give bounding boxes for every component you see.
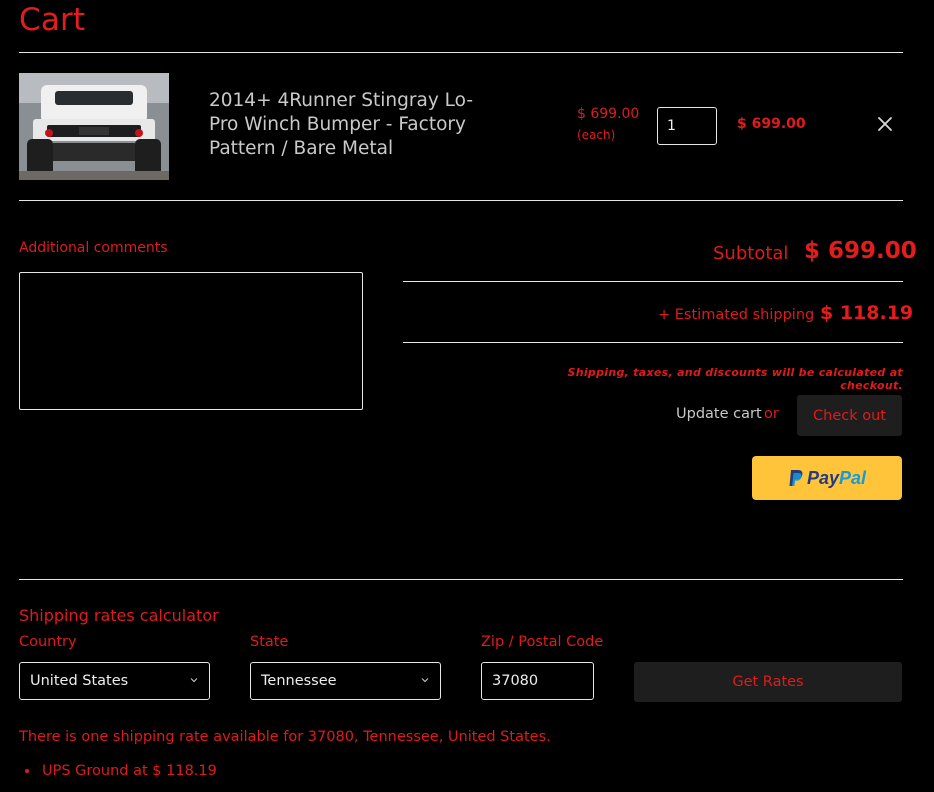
zip-input[interactable] xyxy=(481,662,594,700)
divider xyxy=(19,200,903,201)
shipping-calculator-title: Shipping rates calculator xyxy=(19,606,219,625)
paypal-label-pay: Pay xyxy=(806,467,839,488)
subtotal-value: $ 699.00 xyxy=(804,238,917,264)
line-total: $ 699.00 xyxy=(737,116,806,132)
divider xyxy=(19,579,903,580)
divider xyxy=(19,52,903,53)
truck-image-icon xyxy=(19,73,169,180)
zip-label: Zip / Postal Code xyxy=(481,634,604,650)
chevron-down-icon xyxy=(190,678,198,683)
estimated-shipping-label: + Estimated shipping xyxy=(658,307,815,323)
country-label: Country xyxy=(19,634,77,650)
unit-price-label: (each) xyxy=(577,128,616,142)
paypal-logo-icon xyxy=(789,470,803,486)
remove-item-close-icon[interactable] xyxy=(876,115,894,133)
checkout-note: Shipping, taxes, and discounts will be c… xyxy=(567,366,903,392)
unit-price: $ 699.00 xyxy=(577,106,640,122)
country-select[interactable]: United States xyxy=(19,662,210,700)
divider xyxy=(403,342,903,343)
shipping-rate-list: UPS Ground at $ 118.19 xyxy=(40,763,217,779)
paypal-label-pal: Pal xyxy=(839,467,867,488)
product-name-link[interactable]: 2014+ 4Runner Stingray Lo-Pro Winch Bump… xyxy=(209,89,499,161)
comments-label: Additional comments xyxy=(19,240,168,256)
or-text: or xyxy=(764,406,779,422)
shipping-rate-item: UPS Ground at $ 118.19 xyxy=(40,763,217,779)
subtotal-label: Subtotal xyxy=(713,243,789,264)
country-value: United States xyxy=(30,673,129,689)
checkout-button[interactable]: Check out xyxy=(797,395,902,436)
state-label: State xyxy=(250,634,289,650)
product-image[interactable] xyxy=(19,73,169,180)
paypal-button[interactable]: Pay Pal xyxy=(752,456,902,500)
state-value: Tennessee xyxy=(261,673,337,689)
shipping-rate-message: There is one shipping rate available for… xyxy=(19,729,551,745)
divider xyxy=(403,281,903,282)
update-cart-link[interactable]: Update cart xyxy=(676,406,762,422)
page-title: Cart xyxy=(19,2,86,38)
quantity-input[interactable] xyxy=(657,107,717,145)
chevron-down-icon xyxy=(421,678,429,683)
state-select[interactable]: Tennessee xyxy=(250,662,441,700)
comments-textarea[interactable] xyxy=(19,272,363,410)
get-rates-button[interactable]: Get Rates xyxy=(634,662,902,702)
estimated-shipping-value: $ 118.19 xyxy=(820,302,914,324)
